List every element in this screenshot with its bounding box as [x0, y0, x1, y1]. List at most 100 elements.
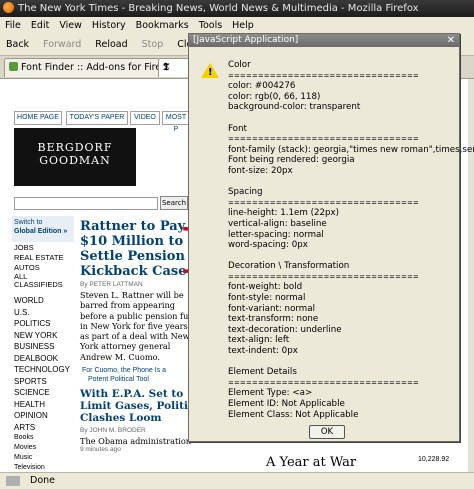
menu-tools[interactable]: Tools [199, 20, 222, 31]
link-jobs[interactable]: JOBS [14, 243, 70, 253]
related-line: For Cuomo, the Phone Is a [82, 367, 167, 374]
link-arts[interactable]: ARTS [14, 422, 70, 434]
tab-todays-paper[interactable]: TODAY'S PAPER [66, 111, 128, 125]
tab-most-popular[interactable]: MOST P [162, 111, 190, 133]
menu-bookmarks[interactable]: Bookmarks [136, 20, 189, 31]
menu-edit[interactable]: Edit [31, 20, 49, 31]
dialog-title-bar: [JavaScript Application] ✕ [189, 34, 459, 47]
link-opinion[interactable]: OPINION [14, 410, 70, 422]
tab-nyt[interactable]: 𝕿 [158, 58, 190, 77]
switch-link: Global Edition » [14, 228, 68, 235]
link-us[interactable]: U.S. [14, 307, 70, 319]
headline-line: Limit Gases, Political [80, 400, 206, 412]
link-sports[interactable]: SPORTS [14, 376, 70, 388]
summary-line: as part of a deal with New [80, 331, 190, 342]
summary-line: barred from appearing [80, 300, 176, 311]
tab-video[interactable]: VIDEO [130, 111, 160, 125]
dialog-line: ================================ [228, 272, 419, 281]
switch-edition-box[interactable]: Switch to Global Edition » [12, 216, 74, 242]
dialog-line: ================================ [228, 378, 419, 387]
timestamp: 9 minutes ago [80, 446, 121, 453]
tab-font-finder[interactable]: Font Finder :: Add-ons for Firefox [4, 58, 176, 77]
search-button[interactable]: Search [160, 196, 188, 210]
link-new-york[interactable]: NEW YORK [14, 330, 70, 342]
headline-line: Settle Pension [80, 249, 185, 264]
link-politics[interactable]: POLITICS [14, 318, 70, 330]
link-real-estate[interactable]: REAL ESTATE [14, 253, 70, 263]
link-dealbook[interactable]: DEALBOOK [14, 353, 70, 365]
link-business[interactable]: BUSINESS [14, 341, 70, 353]
stop-button[interactable]: Stop [142, 39, 164, 50]
sections-links: WORLD U.S. POLITICS NEW YORK BUSINESS DE… [14, 295, 70, 473]
switch-text: Switch to [14, 219, 43, 226]
menu-help[interactable]: Help [232, 20, 254, 31]
dialog-line: Spacing [228, 187, 263, 198]
summary-line: York attorney general [80, 341, 171, 352]
dialog-line: ================================ [228, 71, 419, 80]
dialog-line: line-height: 1.1em (22px) [228, 208, 340, 219]
related-link-cuomo[interactable]: For Cuomo, the Phone Is a Potent Politic… [82, 366, 188, 384]
dialog-line: text-align: left [228, 335, 290, 346]
dialog-line [228, 177, 456, 188]
menu-view[interactable]: View [59, 20, 82, 31]
link-science[interactable]: SCIENCE [14, 387, 70, 399]
byline-2: By JOHN M. BRODER [80, 427, 146, 434]
dialog-line: ================================ [228, 198, 419, 207]
dialog-line: Decoration \ Transformation [228, 261, 350, 272]
article-summary-2: The Obama administration [80, 436, 192, 446]
summary-line: in New York for five years [80, 320, 188, 331]
dialog-line: color: #004276 [228, 81, 296, 92]
summary-line: before a public pension fund [80, 310, 199, 321]
link-all-classifieds[interactable]: ALL CLASSIFIEDS [14, 273, 70, 289]
close-icon[interactable]: ✕ [447, 34, 455, 47]
headline-epa[interactable]: With E.P.A. Set to Limit Gases, Politica… [80, 388, 206, 424]
ok-button[interactable]: OK [309, 425, 345, 439]
dialog-line: Element Type: <a> [228, 388, 313, 399]
nyt-favicon-icon: 𝕿 [163, 62, 170, 73]
headline-line: $10 Million to [80, 234, 184, 249]
headline-line: Clashes Loom [80, 412, 162, 424]
dialog-line: font-weight: bold [228, 282, 303, 293]
dialog-line [228, 357, 456, 368]
search-input[interactable] [14, 197, 158, 210]
dialog-line: Element Details [228, 367, 297, 378]
dialog-line: Element Class: Not Applicable [228, 409, 359, 420]
tab-label: Font Finder :: Add-ons for Firefox [21, 62, 176, 73]
classifieds-links: JOBS REAL ESTATE AUTOS ALL CLASSIFIEDS [14, 243, 70, 289]
link-health[interactable]: HEALTH [14, 399, 70, 411]
link-world[interactable]: WORLD [14, 295, 70, 307]
tab-home-page[interactable]: HOME PAGE [14, 111, 62, 125]
related-line: Potent Political Tool [88, 376, 149, 383]
forward-button[interactable]: Forward [43, 39, 81, 50]
dialog-line: letter-spacing: normal [228, 229, 324, 240]
menu-history[interactable]: History [92, 20, 126, 31]
reload-button[interactable]: Reload [95, 39, 127, 50]
status-text: Done [30, 475, 55, 486]
dialog-line: Color [228, 60, 251, 70]
headline-line: With E.P.A. Set to [80, 388, 184, 400]
ad-line-1: BERGDORF [37, 141, 113, 154]
dialog-line: font-family (stack): georgia,"times new … [228, 144, 474, 155]
article-summary-1: Steven L. Rattner will be barred from ap… [80, 290, 199, 362]
dialog-line: Element ID: Not Applicable [228, 399, 345, 409]
headline-line: Rattner to Pay [80, 219, 186, 234]
market-value: 10,228.92 [418, 456, 450, 463]
link-music[interactable]: Music [14, 453, 70, 463]
dialog-line [228, 251, 456, 262]
link-movies[interactable]: Movies [14, 443, 70, 453]
headline-line: Kickback Case [80, 264, 187, 279]
headline-rattner[interactable]: Rattner to Pay $10 Million to Settle Pen… [80, 219, 188, 279]
vertical-scrollbar[interactable] [468, 79, 474, 472]
back-button[interactable]: Back [6, 39, 29, 50]
dialog-line: text-indent: 0px [228, 346, 298, 357]
bergdorf-goodman-ad[interactable]: BERGDORF GOODMAN [14, 128, 136, 186]
dialog-line: Font being rendered: georgia [228, 155, 355, 166]
status-bar: Done [0, 472, 474, 489]
banner-a-year-at-war[interactable]: A Year at War [266, 455, 356, 470]
link-technology[interactable]: TECHNOLOGY [14, 364, 70, 376]
link-books[interactable]: Books [14, 433, 70, 443]
addon-icon [9, 62, 18, 71]
ad-line-2: GOODMAN [39, 154, 111, 167]
byline-1: By PETER LATTMAN [80, 281, 143, 288]
menu-file[interactable]: File [5, 20, 21, 31]
